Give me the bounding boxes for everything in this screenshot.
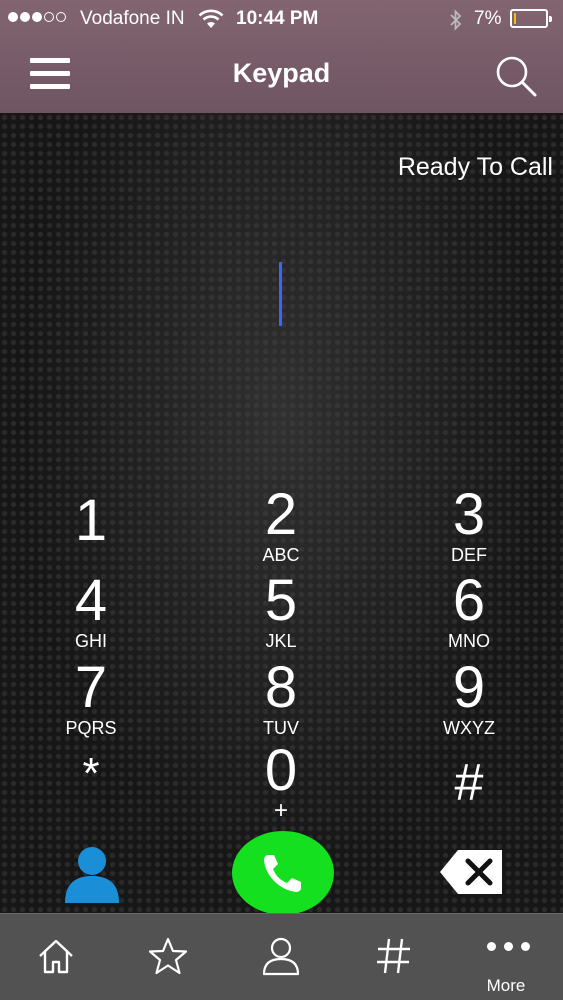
call-button[interactable] bbox=[232, 831, 334, 915]
tab-favorites[interactable] bbox=[112, 914, 224, 1000]
tab-more[interactable]: More bbox=[450, 914, 562, 1000]
key-6[interactable]: 6 MNO bbox=[394, 571, 544, 652]
page-title: Keypad bbox=[232, 58, 331, 88]
call-status-text: Ready To Call bbox=[397, 153, 553, 181]
bottom-tab-bar: More bbox=[0, 913, 563, 1000]
number-input-cursor[interactable] bbox=[279, 262, 282, 326]
key-3[interactable]: 3 DEF bbox=[394, 485, 544, 566]
key-4[interactable]: 4 GHI bbox=[16, 571, 166, 652]
battery-icon bbox=[510, 9, 552, 28]
key-2[interactable]: 2 ABC bbox=[206, 485, 356, 566]
key-1[interactable]: 1 bbox=[16, 491, 166, 551]
app-header: Vodafone IN 10:44 PM 7% Keypad bbox=[0, 0, 563, 113]
key-9[interactable]: 9 WXYZ bbox=[394, 658, 544, 739]
wifi-icon bbox=[198, 9, 224, 28]
phone-icon bbox=[264, 855, 301, 892]
tab-home[interactable] bbox=[0, 914, 112, 1000]
hash-icon bbox=[377, 938, 410, 974]
carrier-name: Vodafone IN bbox=[80, 8, 185, 29]
status-bar: Vodafone IN 10:44 PM 7% bbox=[0, 0, 563, 38]
tab-contacts[interactable] bbox=[225, 914, 337, 1000]
person-icon bbox=[262, 937, 300, 976]
key-5[interactable]: 5 JKL bbox=[206, 571, 356, 652]
star-icon bbox=[148, 937, 188, 975]
backspace-icon[interactable] bbox=[438, 848, 504, 896]
more-dots-icon bbox=[487, 942, 530, 951]
tab-keypad[interactable] bbox=[338, 914, 450, 1000]
home-icon bbox=[39, 939, 73, 974]
contact-person-icon[interactable] bbox=[62, 843, 122, 903]
battery-level bbox=[514, 13, 516, 24]
status-time: 10:44 PM bbox=[236, 8, 319, 29]
key-star[interactable]: * bbox=[16, 751, 166, 797]
tab-more-label: More bbox=[486, 976, 526, 995]
battery-percentage: 7% bbox=[474, 8, 502, 29]
signal-strength-icon bbox=[8, 12, 66, 22]
key-0[interactable]: 0 + bbox=[206, 741, 356, 823]
bluetooth-icon bbox=[450, 9, 462, 31]
search-icon[interactable] bbox=[494, 54, 538, 98]
key-8[interactable]: 8 TUV bbox=[206, 658, 356, 739]
key-hash[interactable]: # bbox=[394, 753, 544, 813]
dialer-area: Ready To Call 1 2 ABC 3 DEF 4 GHI 5 JKL … bbox=[0, 113, 563, 915]
key-7[interactable]: 7 PQRS bbox=[16, 658, 166, 739]
